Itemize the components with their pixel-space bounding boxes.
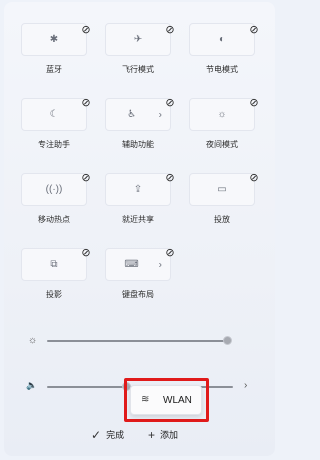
keyboard-layout-icon: ⌨: [124, 258, 139, 270]
add-button[interactable]: + 添加: [148, 428, 178, 441]
add-label: 添加: [160, 430, 179, 440]
tile-airplane-mode[interactable]: ✈: [105, 23, 171, 56]
tile-nearby-share[interactable]: ⇪: [105, 173, 171, 206]
bluetooth-icon: ✱: [49, 33, 59, 45]
tile-keyboard-layout[interactable]: ⌨ ›: [105, 248, 171, 281]
tile-focus-assist[interactable]: ☾: [21, 98, 87, 131]
chevron-right-icon[interactable]: ›: [159, 109, 162, 120]
wlan-add-chip[interactable]: ≋ WLAN: [130, 385, 202, 415]
airplane-icon: ✈: [133, 33, 143, 45]
project-icon: ⧉: [50, 258, 58, 270]
done-button[interactable]: ✓ 完成: [91, 428, 124, 441]
tile-label: 键盘布局: [122, 290, 154, 299]
tile-label: 就近共享: [122, 215, 154, 224]
tile-label: 飞行模式: [122, 65, 154, 74]
tile-night-light[interactable]: ☼: [189, 98, 255, 131]
cast-icon: ▭: [217, 183, 227, 195]
tile-mobile-hotspot[interactable]: ((·)): [21, 173, 87, 206]
tile-accessibility[interactable]: ♿ ›: [105, 98, 171, 131]
brightness-slider-track[interactable]: [47, 340, 227, 342]
hotspot-icon: ((·)): [45, 183, 63, 195]
unpin-icon[interactable]: ⊘: [80, 247, 92, 259]
wlan-label: WLAN: [163, 395, 192, 406]
unpin-icon[interactable]: ⊘: [80, 172, 92, 184]
tile-label: 移动热点: [38, 215, 70, 224]
tile-label: 蓝牙: [46, 65, 62, 74]
focus-assist-icon: ☾: [49, 108, 59, 120]
tile-label: 夜间模式: [206, 140, 238, 149]
unpin-icon[interactable]: ⊘: [164, 24, 176, 36]
unpin-icon[interactable]: ⊘: [80, 97, 92, 109]
tile-label: 专注助手: [38, 140, 70, 149]
brightness-slider-thumb[interactable]: [222, 336, 232, 345]
tile-label: 投影: [46, 290, 62, 299]
brightness-icon: ☼: [28, 335, 38, 346]
unpin-icon[interactable]: ⊘: [248, 97, 260, 109]
tile-bluetooth[interactable]: ✱: [21, 23, 87, 56]
unpin-icon[interactable]: ⊘: [164, 172, 176, 184]
unpin-icon[interactable]: ⊘: [164, 247, 176, 259]
battery-saver-icon: ◐: [218, 33, 226, 45]
tile-label: 辅助功能: [122, 140, 154, 149]
unpin-icon[interactable]: ⊘: [248, 172, 260, 184]
tile-project[interactable]: ⧉: [21, 248, 87, 281]
tile-cast[interactable]: ▭: [189, 173, 255, 206]
volume-icon[interactable]: 🔈: [26, 381, 37, 390]
tile-label: 节电模式: [206, 65, 238, 74]
tile-label: 投放: [214, 215, 230, 224]
unpin-icon[interactable]: ⊘: [80, 24, 92, 36]
night-light-icon: ☼: [217, 108, 227, 120]
tile-battery-saver[interactable]: ◐: [189, 23, 255, 56]
unpin-icon[interactable]: ⊘: [248, 24, 260, 36]
unpin-icon[interactable]: ⊘: [164, 97, 176, 109]
chevron-right-icon[interactable]: ›: [244, 380, 247, 391]
plus-icon: +: [148, 427, 156, 442]
checkmark-icon: ✓: [91, 427, 102, 442]
chevron-right-icon[interactable]: ›: [159, 259, 162, 270]
wifi-icon: ≋: [141, 394, 150, 405]
accessibility-icon: ♿: [127, 108, 137, 120]
done-label: 完成: [106, 430, 125, 440]
nearby-share-icon: ⇪: [133, 183, 143, 195]
